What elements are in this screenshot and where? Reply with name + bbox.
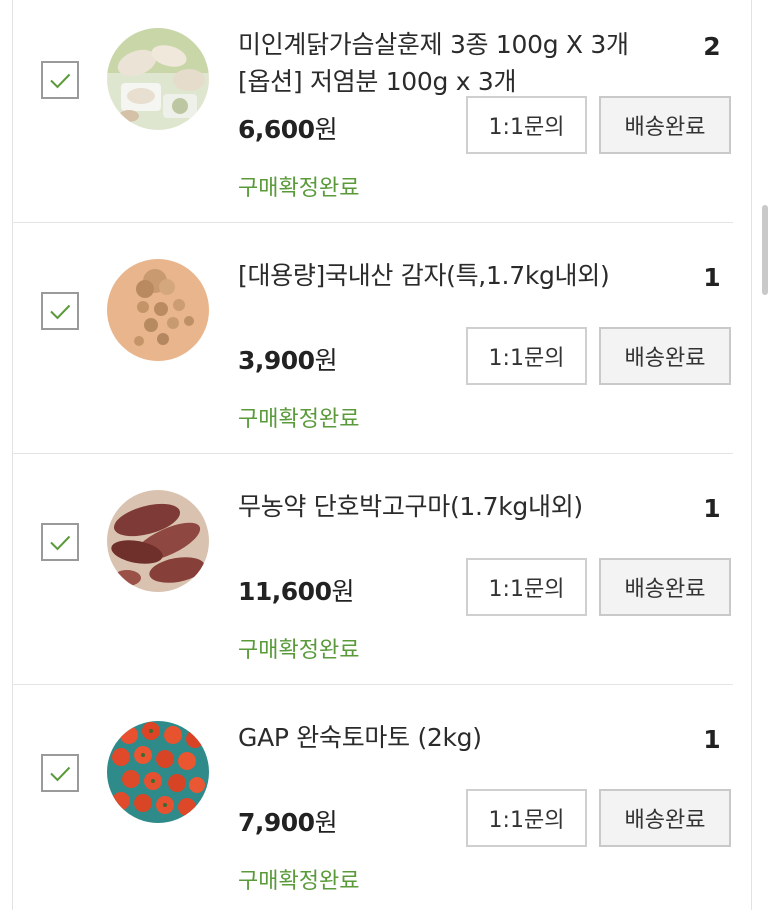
delivery-complete-button[interactable]: 배송완료 — [599, 789, 731, 847]
item-checkbox[interactable] — [41, 523, 79, 561]
item-divider — [12, 222, 733, 223]
order-item: [대용량]국내산 감자(특,1.7kg내외) 1 3,900원 1:1문의 배송… — [0, 231, 773, 462]
price: 3,900원 — [238, 346, 338, 375]
product-title[interactable]: GAP 완숙토마토 (2kg) — [238, 719, 678, 756]
potato-photo — [107, 259, 209, 361]
product-title[interactable]: 무농약 단호박고구마(1.7kg내외) — [238, 488, 678, 525]
check-icon — [50, 304, 71, 320]
product-image[interactable] — [107, 28, 209, 130]
quantity: 2 — [703, 32, 721, 61]
item-divider — [12, 453, 733, 454]
inquiry-button[interactable]: 1:1문의 — [466, 96, 587, 154]
inquiry-button[interactable]: 1:1문의 — [466, 789, 587, 847]
order-item: GAP 완숙토마토 (2kg) 1 7,900원 1:1문의 배송완료 구매확정… — [0, 693, 773, 924]
delivery-complete-button[interactable]: 배송완료 — [599, 558, 731, 616]
quantity: 1 — [703, 263, 721, 292]
inquiry-button[interactable]: 1:1문의 — [466, 558, 587, 616]
purchase-status: 구매확정완료 — [238, 176, 360, 201]
product-image[interactable] — [107, 259, 209, 361]
quantity: 1 — [703, 725, 721, 754]
purchase-status: 구매확정완료 — [238, 407, 360, 432]
check-icon — [50, 73, 71, 89]
order-item: 무농약 단호박고구마(1.7kg내외) 1 11,600원 1:1문의 배송완료… — [0, 462, 773, 693]
check-icon — [50, 766, 71, 782]
purchase-status: 구매확정완료 — [238, 638, 360, 663]
item-checkbox[interactable] — [41, 61, 79, 99]
price: 7,900원 — [238, 808, 338, 837]
inquiry-button[interactable]: 1:1문의 — [466, 327, 587, 385]
item-checkbox[interactable] — [41, 754, 79, 792]
quantity: 1 — [703, 494, 721, 523]
tomato-photo — [107, 721, 209, 823]
product-title[interactable]: [대용량]국내산 감자(특,1.7kg내외) — [238, 257, 678, 294]
purchase-status: 구매확정완료 — [238, 869, 360, 894]
item-divider — [12, 684, 733, 685]
order-item: 미인계닭가슴살훈제 3종 100g X 3개 [옵션] 저염분 100g x 3… — [0, 0, 773, 231]
sweet-potato-photo — [107, 490, 209, 592]
chicken-breast-photo — [107, 28, 209, 130]
product-image[interactable] — [107, 490, 209, 592]
check-icon — [50, 535, 71, 551]
delivery-complete-button[interactable]: 배송완료 — [599, 96, 731, 154]
price: 6,600원 — [238, 115, 338, 144]
product-image[interactable] — [107, 721, 209, 823]
price: 11,600원 — [238, 577, 354, 606]
delivery-complete-button[interactable]: 배송완료 — [599, 327, 731, 385]
item-checkbox[interactable] — [41, 292, 79, 330]
product-title[interactable]: 미인계닭가슴살훈제 3종 100g X 3개 [옵션] 저염분 100g x 3… — [238, 26, 678, 100]
